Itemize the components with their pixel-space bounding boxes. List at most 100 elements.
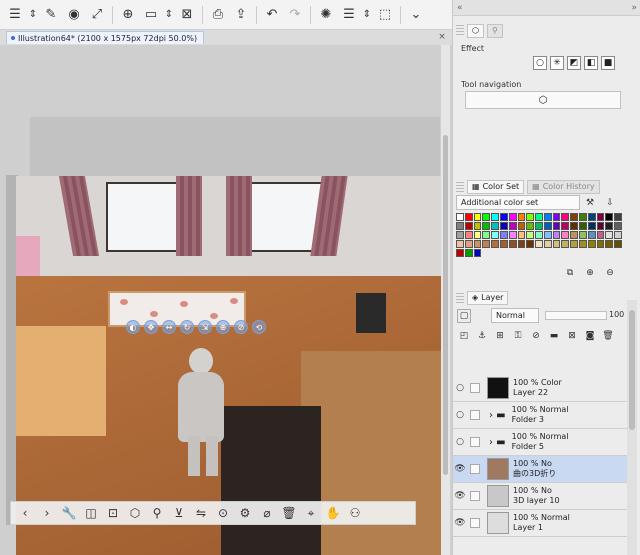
color-swatch[interactable] [570, 213, 579, 221]
color-swatch[interactable] [517, 213, 526, 221]
camera-icon[interactable]: ◫ [81, 503, 101, 523]
layer-row[interactable]: ○ › ▬ 100 % Normal Folder 5 [453, 429, 627, 456]
updown-icon[interactable]: ⇕ [361, 4, 373, 26]
open-folder-icon[interactable]: ▭ [140, 4, 162, 26]
folder-icon[interactable]: › ▬ [489, 410, 506, 421]
color-swatch[interactable] [473, 249, 482, 257]
opacity-value[interactable]: 100 [609, 310, 624, 319]
color-swatch[interactable] [526, 213, 535, 221]
color-swatch[interactable] [482, 213, 491, 221]
eye-icon[interactable]: ○ [453, 383, 467, 393]
pin-icon[interactable]: ⌖ [301, 503, 321, 523]
color-swatch[interactable] [570, 231, 579, 239]
color-swatch[interactable] [552, 222, 561, 230]
color-swatch-grid[interactable] [456, 213, 622, 265]
new-canvas-icon[interactable]: ⊕ [117, 4, 139, 26]
color-swatch[interactable] [491, 222, 499, 230]
color-swatch[interactable] [517, 222, 526, 230]
lock-icon[interactable]: ⚿ [511, 329, 525, 343]
layer-row[interactable]: ○ › ▬ 100 % Normal Folder 3 [453, 402, 627, 429]
color-swatch[interactable] [508, 231, 517, 239]
layer-row[interactable]: 👁 100 % No 曲の3D折り [453, 456, 627, 483]
color-swatch[interactable] [587, 240, 596, 248]
rotate-icon[interactable]: ◐ [126, 320, 140, 334]
color-swatch[interactable] [473, 222, 482, 230]
color-swatch[interactable] [473, 213, 482, 221]
color-swatch[interactable] [552, 231, 561, 239]
color-swatch[interactable] [596, 222, 605, 230]
scale-icon[interactable]: ⇲ [198, 320, 212, 334]
layer-property-icon[interactable]: ▢ [457, 309, 471, 323]
color-swatch[interactable] [482, 231, 491, 239]
export-icon[interactable]: ⇪ [230, 4, 252, 26]
color-swatch[interactable] [570, 222, 579, 230]
layer-row[interactable]: 👁 100 % No 3D layer 10 [453, 483, 627, 510]
color-swatch[interactable] [543, 240, 552, 248]
scene-figure-head[interactable] [189, 348, 213, 374]
color-swatch[interactable] [561, 213, 570, 221]
color-swatch[interactable] [526, 240, 535, 248]
color-swatch[interactable] [499, 222, 508, 230]
color-swatch[interactable] [543, 213, 552, 221]
color-swatch[interactable] [543, 231, 552, 239]
color-swatch[interactable] [535, 213, 543, 221]
tab-layer[interactable]: ◈ Layer [467, 290, 509, 305]
tab-document[interactable]: Illustration64* (2100 x 1575px 72dpi 50.… [6, 31, 205, 44]
tool-navigation-button[interactable]: ⬡ [465, 91, 621, 109]
collapse-left-icon[interactable]: « [457, 3, 463, 13]
chevron-down-icon[interactable]: ⌄ [405, 4, 427, 26]
layer-checkbox[interactable] [470, 518, 480, 528]
layer-checkbox[interactable] [470, 464, 480, 474]
color-swatch[interactable] [464, 240, 473, 248]
figure-icon[interactable]: ⚇ [345, 503, 365, 523]
color-swatch[interactable] [464, 213, 473, 221]
layer-checkbox[interactable] [470, 383, 480, 393]
trash-icon[interactable]: 🗑 [601, 329, 615, 343]
resize-icon[interactable]: ⤢ [86, 4, 108, 26]
color-swatch[interactable] [491, 240, 499, 248]
wrench-icon[interactable]: ⚒ [583, 196, 597, 210]
blend-mode-select[interactable]: Normal [491, 308, 539, 323]
color-swatch[interactable] [517, 240, 526, 248]
eye-icon[interactable]: ○ [453, 410, 467, 420]
color-swatch[interactable] [482, 240, 491, 248]
layer-checkbox[interactable] [470, 437, 480, 447]
color-swatch[interactable] [552, 240, 561, 248]
edit-icon[interactable]: ✎ [40, 4, 62, 26]
updown-icon[interactable]: ⇕ [27, 4, 39, 26]
color-swatch[interactable] [579, 222, 587, 230]
color-swatch[interactable] [464, 222, 473, 230]
color-swatch[interactable] [526, 231, 535, 239]
color-swatch[interactable] [587, 213, 596, 221]
select-icon[interactable]: ⬚ [374, 4, 396, 26]
color-swatch[interactable] [535, 222, 543, 230]
lock-icon[interactable]: ⌀ [257, 503, 277, 523]
fill-icon[interactable]: ■ [601, 56, 615, 70]
next-icon[interactable]: › [37, 503, 57, 523]
gear-icon[interactable]: ⚙ [235, 503, 255, 523]
gravity-icon[interactable]: ⊙ [213, 503, 233, 523]
layer-scrollbar[interactable] [627, 300, 637, 555]
eye-icon[interactable]: ○ [453, 437, 467, 447]
spinner-icon[interactable]: ✺ [315, 4, 337, 26]
color-swatch[interactable] [456, 213, 464, 221]
scroll-thumb[interactable] [629, 310, 635, 430]
panel-grip[interactable] [456, 182, 464, 192]
color-swatch[interactable] [579, 213, 587, 221]
opacity-slider[interactable] [545, 311, 607, 320]
color-swatch[interactable] [605, 231, 614, 239]
collapse-right-icon[interactable]: » [631, 3, 637, 13]
layer-row[interactable]: ○ 100 % Color Layer 22 [453, 375, 627, 402]
color-swatch[interactable] [464, 249, 473, 257]
undo-icon[interactable]: ↶ [261, 4, 283, 26]
color-swatch[interactable] [473, 231, 482, 239]
color-swatch[interactable] [614, 222, 622, 230]
color-swatch[interactable] [473, 240, 482, 248]
new-vector-icon[interactable]: ⚓ [475, 329, 489, 343]
canvas-scene[interactable] [16, 176, 441, 555]
color-swatch[interactable] [482, 222, 491, 230]
color-swatch[interactable] [508, 240, 517, 248]
color-swatch[interactable] [508, 222, 517, 230]
scroll-thumb[interactable] [443, 135, 448, 475]
mask-icon[interactable]: ◙ [583, 329, 597, 343]
